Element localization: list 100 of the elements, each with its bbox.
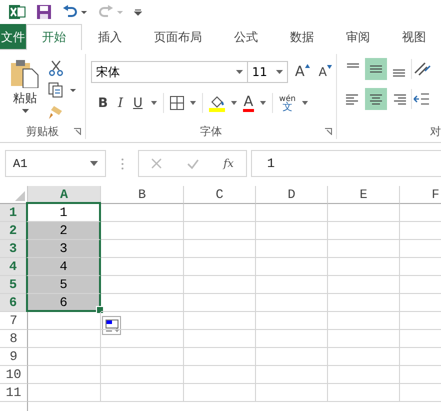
table-cell <box>328 348 400 366</box>
table-cell <box>256 366 328 384</box>
copy-icon[interactable] <box>48 82 76 98</box>
row-header[interactable]: 7 <box>0 312 28 330</box>
table-cell <box>256 222 328 240</box>
corner-triangle-icon <box>15 191 25 201</box>
table-cell <box>328 366 400 384</box>
table-cell <box>184 258 256 276</box>
dialog-launcher-icon[interactable] <box>325 128 332 135</box>
table-cell <box>328 204 400 222</box>
table-cell <box>256 276 328 294</box>
table-cell <box>256 204 328 222</box>
caret-icon <box>276 70 283 74</box>
shrink-font-button[interactable]: A <box>316 65 334 79</box>
table-cell <box>328 276 400 294</box>
quick-analysis-icon[interactable] <box>102 316 121 335</box>
row-header[interactable]: 11 <box>0 384 28 402</box>
table-cell <box>184 384 256 402</box>
paste-button[interactable]: 粘贴 <box>8 58 42 123</box>
borders-icon[interactable] <box>170 96 184 110</box>
table-cell <box>184 312 256 330</box>
table-cell <box>184 204 256 222</box>
row-header[interactable]: 2 <box>0 222 28 240</box>
align-button[interactable] <box>365 58 387 80</box>
row-header[interactable]: 9 <box>0 348 28 366</box>
group-label: 字体 <box>200 124 222 138</box>
font-size-field[interactable]: 11 <box>248 61 288 83</box>
customize-menu-icon[interactable] <box>134 8 142 16</box>
table-cell <box>256 240 328 258</box>
table-cell <box>328 222 400 240</box>
undo-icon[interactable] <box>62 5 88 19</box>
row-header[interactable]: 3 <box>0 240 28 258</box>
up-triangle-icon <box>304 64 310 68</box>
clipboard-icon <box>10 58 40 88</box>
table-cell <box>184 240 256 258</box>
column-header[interactable]: D <box>256 186 328 204</box>
fill-handle[interactable] <box>96 306 104 314</box>
table-cell <box>256 384 328 402</box>
table-cell: 5 <box>26 276 101 294</box>
phonetic-guide-button[interactable]: wén 文 <box>279 94 296 112</box>
table-cell <box>184 348 256 366</box>
dialog-launcher-icon[interactable] <box>74 128 81 135</box>
table-cell <box>328 258 400 276</box>
fill-color-icon[interactable] <box>208 94 225 112</box>
caret-icon <box>90 161 98 166</box>
formula-field[interactable]: 1 <box>251 150 441 177</box>
italic-button[interactable]: I <box>116 96 126 110</box>
column-header[interactable]: E <box>328 186 400 204</box>
table-cell <box>184 366 256 384</box>
table-cell <box>328 312 400 330</box>
name-box[interactable]: A1 <box>5 150 106 177</box>
row-header[interactable]: 10 <box>0 366 28 384</box>
caret-icon <box>236 70 243 74</box>
table-cell: 2 <box>26 222 101 240</box>
check-icon[interactable] <box>186 158 199 168</box>
caret-icon[interactable] <box>230 101 237 105</box>
format-painter-icon[interactable] <box>48 104 64 120</box>
table-cell <box>256 348 328 366</box>
caret-icon[interactable] <box>260 101 266 105</box>
underline-button[interactable]: U <box>131 96 145 110</box>
table-cell <box>256 330 328 348</box>
table-cell <box>328 240 400 258</box>
table-cell <box>256 294 328 312</box>
save-icon[interactable] <box>36 4 52 20</box>
column-header[interactable]: F <box>400 186 441 204</box>
table-cell <box>328 294 400 312</box>
table-cell <box>184 276 256 294</box>
ribbon-tab[interactable]: 开始 <box>26 24 82 50</box>
align-button[interactable] <box>365 88 387 110</box>
table-cell <box>256 312 328 330</box>
bold-button[interactable]: B <box>96 96 110 110</box>
table-cell: 3 <box>26 240 101 258</box>
font-name-field[interactable]: 宋体 <box>91 61 248 83</box>
table-cell <box>184 330 256 348</box>
row-header[interactable]: 1 <box>0 204 28 222</box>
caret-icon[interactable] <box>302 101 308 105</box>
row-header[interactable]: 4 <box>0 258 28 276</box>
grow-font-button[interactable]: A <box>293 64 312 80</box>
group-label: 对 <box>430 124 441 138</box>
column-header[interactable]: C <box>184 186 256 204</box>
excel-logo-icon[interactable] <box>8 3 26 21</box>
scissors-icon[interactable] <box>48 60 64 76</box>
table-cell <box>328 330 400 348</box>
table-cell <box>256 258 328 276</box>
insert-function-button[interactable]: fx <box>223 157 234 170</box>
table-cell: 4 <box>26 258 101 276</box>
table-cell <box>184 222 256 240</box>
caret-icon[interactable] <box>150 101 157 105</box>
table-cell <box>328 384 400 402</box>
caret-icon <box>22 109 28 113</box>
row-header[interactable]: 6 <box>0 294 28 312</box>
column-header[interactable]: B <box>101 186 184 204</box>
font-color-button[interactable]: A <box>242 94 254 112</box>
file-tab[interactable]: 文件 <box>0 24 26 49</box>
grip-icon <box>121 158 124 170</box>
down-triangle-icon <box>326 65 332 69</box>
caret-icon[interactable] <box>190 101 196 105</box>
row-header[interactable]: 5 <box>0 276 28 294</box>
row-header[interactable]: 8 <box>0 330 28 348</box>
table-cell <box>184 294 256 312</box>
